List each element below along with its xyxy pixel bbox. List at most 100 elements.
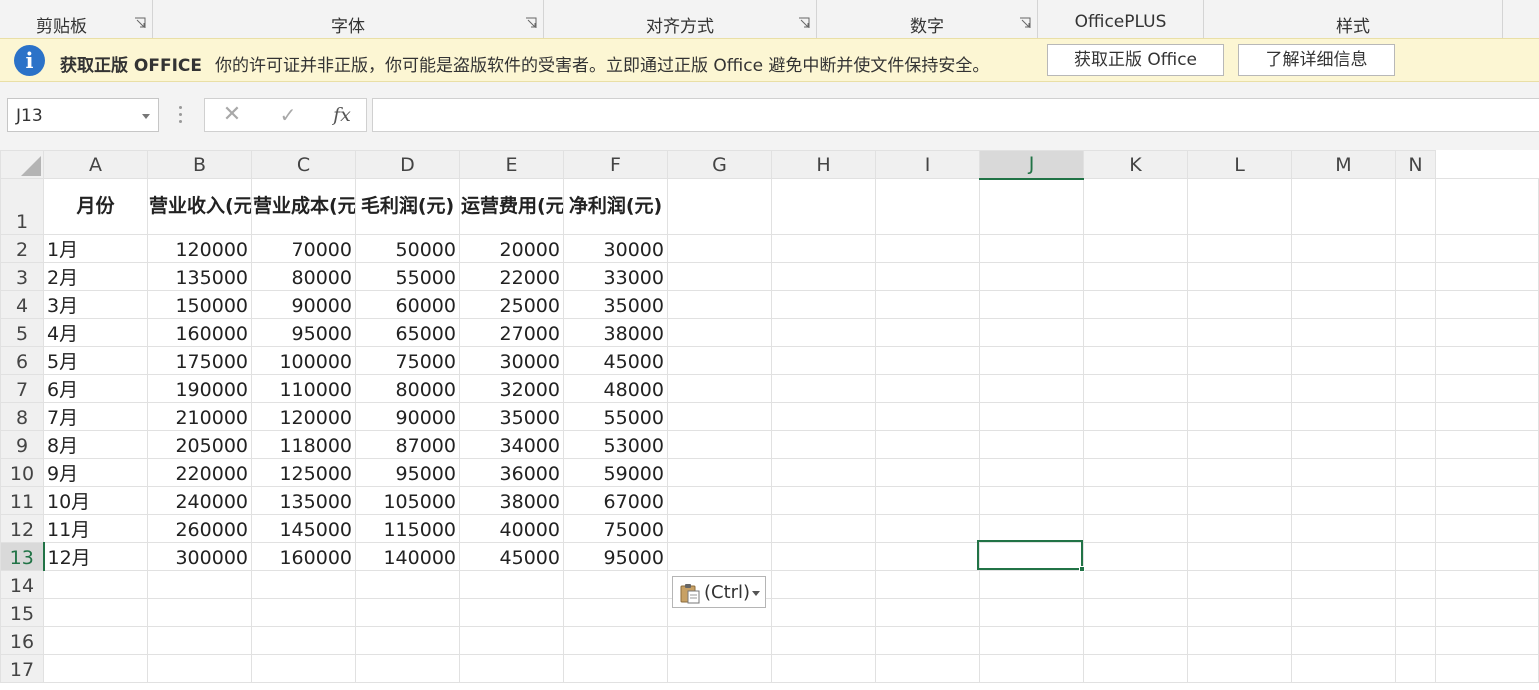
cell-k11[interactable] [1083, 486, 1188, 515]
cell-b2[interactable]: 120000 [147, 234, 252, 263]
cell-i9[interactable] [875, 430, 980, 459]
cell-e13[interactable]: 45000 [459, 542, 564, 571]
cell-b1[interactable]: 营业收入(元) [147, 178, 252, 235]
cell-m8[interactable] [1291, 402, 1396, 431]
cell-b8[interactable]: 210000 [147, 402, 252, 431]
row-header-4[interactable]: 4 [0, 290, 44, 319]
cell-k16[interactable] [1083, 626, 1188, 655]
dropdown-arrow-icon[interactable] [752, 591, 760, 596]
cell-c5[interactable]: 95000 [251, 318, 356, 347]
cell-e1[interactable]: 运营费用(元) [459, 178, 564, 235]
cell-e15[interactable] [459, 598, 564, 627]
cell-e6[interactable]: 30000 [459, 346, 564, 375]
cell-n15[interactable] [1395, 598, 1436, 627]
cell-b9[interactable]: 205000 [147, 430, 252, 459]
cell-b17[interactable] [147, 654, 252, 683]
cell-d9[interactable]: 87000 [355, 430, 460, 459]
dropdown-arrow-icon[interactable] [142, 114, 150, 119]
cell-c8[interactable]: 120000 [251, 402, 356, 431]
cell-l8[interactable] [1187, 402, 1292, 431]
learn-more-button[interactable]: 了解详细信息 [1238, 44, 1395, 76]
cell-k3[interactable] [1083, 262, 1188, 291]
cell-b13[interactable]: 300000 [147, 542, 252, 571]
cell-g6[interactable] [667, 346, 772, 375]
cell-g3[interactable] [667, 262, 772, 291]
cell-n8[interactable] [1395, 402, 1436, 431]
column-header-n[interactable]: N [1395, 150, 1436, 179]
cell-l4[interactable] [1187, 290, 1292, 319]
cell-l16[interactable] [1187, 626, 1292, 655]
cell-e8[interactable]: 35000 [459, 402, 564, 431]
cell-l3[interactable] [1187, 262, 1292, 291]
cell-l10[interactable] [1187, 458, 1292, 487]
cell-m4[interactable] [1291, 290, 1396, 319]
paste-options-button[interactable]: (Ctrl) [672, 576, 766, 608]
cell-l5[interactable] [1187, 318, 1292, 347]
cell-m17[interactable] [1291, 654, 1396, 683]
cell-o17[interactable] [1435, 654, 1539, 683]
cell-a9[interactable]: 8月 [43, 430, 148, 459]
cell-j3[interactable] [979, 262, 1084, 291]
cell-g16[interactable] [667, 626, 772, 655]
row-header-17[interactable]: 17 [0, 654, 44, 683]
cell-d6[interactable]: 75000 [355, 346, 460, 375]
cell-l11[interactable] [1187, 486, 1292, 515]
row-header-1[interactable]: 1 [0, 178, 44, 235]
cell-n7[interactable] [1395, 374, 1436, 403]
cell-i1[interactable] [875, 178, 980, 235]
cell-j9[interactable] [979, 430, 1084, 459]
column-header-e[interactable]: E [459, 150, 564, 179]
cell-k6[interactable] [1083, 346, 1188, 375]
cell-i16[interactable] [875, 626, 980, 655]
row-header-6[interactable]: 6 [0, 346, 44, 375]
select-all-corner[interactable] [0, 150, 44, 179]
cell-f9[interactable]: 53000 [563, 430, 668, 459]
cell-f13[interactable]: 95000 [563, 542, 668, 571]
cell-f10[interactable]: 59000 [563, 458, 668, 487]
cell-h14[interactable] [771, 570, 876, 599]
cell-l14[interactable] [1187, 570, 1292, 599]
cell-a12[interactable]: 11月 [43, 514, 148, 543]
cell-g5[interactable] [667, 318, 772, 347]
cell-h7[interactable] [771, 374, 876, 403]
cell-k5[interactable] [1083, 318, 1188, 347]
cell-a15[interactable] [43, 598, 148, 627]
cell-l13[interactable] [1187, 542, 1292, 571]
row-header-5[interactable]: 5 [0, 318, 44, 347]
cell-e7[interactable]: 32000 [459, 374, 564, 403]
row-header-2[interactable]: 2 [0, 234, 44, 263]
cell-o8[interactable] [1435, 402, 1539, 431]
cell-j7[interactable] [979, 374, 1084, 403]
row-header-9[interactable]: 9 [0, 430, 44, 459]
cell-i5[interactable] [875, 318, 980, 347]
column-header-a[interactable]: A [43, 150, 148, 179]
column-header-c[interactable]: C [251, 150, 356, 179]
cell-b14[interactable] [147, 570, 252, 599]
cell-i7[interactable] [875, 374, 980, 403]
cell-n6[interactable] [1395, 346, 1436, 375]
cell-g7[interactable] [667, 374, 772, 403]
cell-m10[interactable] [1291, 458, 1396, 487]
cell-n16[interactable] [1395, 626, 1436, 655]
cell-a11[interactable]: 10月 [43, 486, 148, 515]
get-genuine-office-button[interactable]: 获取正版 Office [1047, 44, 1224, 76]
cell-j17[interactable] [979, 654, 1084, 683]
cell-a7[interactable]: 6月 [43, 374, 148, 403]
cell-j8[interactable] [979, 402, 1084, 431]
cell-h10[interactable] [771, 458, 876, 487]
cell-f8[interactable]: 55000 [563, 402, 668, 431]
cell-c9[interactable]: 118000 [251, 430, 356, 459]
row-header-13[interactable]: 13 [0, 542, 45, 571]
cell-o1[interactable] [1435, 178, 1539, 235]
cell-c13[interactable]: 160000 [251, 542, 356, 571]
cell-k17[interactable] [1083, 654, 1188, 683]
cell-k4[interactable] [1083, 290, 1188, 319]
cell-e2[interactable]: 20000 [459, 234, 564, 263]
cell-g17[interactable] [667, 654, 772, 683]
cell-f3[interactable]: 33000 [563, 262, 668, 291]
cell-m7[interactable] [1291, 374, 1396, 403]
cell-c17[interactable] [251, 654, 356, 683]
cell-h3[interactable] [771, 262, 876, 291]
cell-b15[interactable] [147, 598, 252, 627]
cell-h12[interactable] [771, 514, 876, 543]
